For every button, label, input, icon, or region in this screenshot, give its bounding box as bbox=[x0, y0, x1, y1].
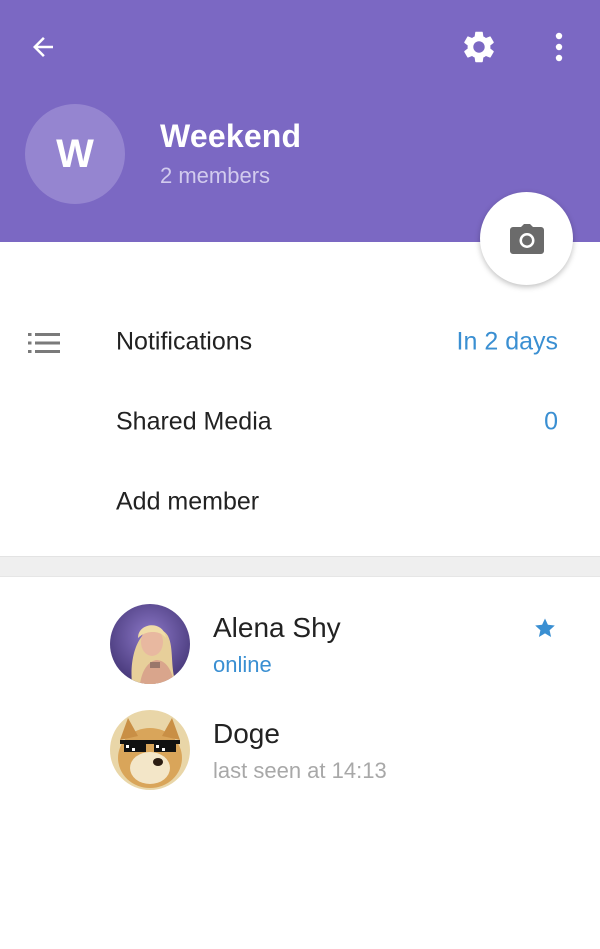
shared-media-row[interactable]: Shared Media 0 bbox=[0, 382, 600, 462]
add-member-row[interactable]: Add member bbox=[0, 462, 600, 542]
member-avatar bbox=[110, 604, 190, 684]
group-avatar-letter: W bbox=[56, 131, 94, 176]
member-name: Doge bbox=[213, 718, 280, 749]
camera-icon bbox=[509, 223, 544, 254]
member-avatar bbox=[110, 710, 190, 790]
doge-photo-icon bbox=[110, 710, 190, 790]
shared-media-count: 0 bbox=[544, 407, 558, 436]
change-photo-button[interactable] bbox=[480, 192, 573, 285]
settings-button[interactable] bbox=[458, 26, 500, 68]
member-name: Alena Shy bbox=[213, 612, 341, 643]
member-row[interactable]: Doge last seen at 14:13 bbox=[0, 706, 600, 806]
more-options-button[interactable] bbox=[540, 26, 578, 68]
member-row[interactable]: Alena Shy online bbox=[0, 600, 600, 700]
arrow-left-icon bbox=[33, 37, 53, 57]
notifications-label: Notifications bbox=[116, 327, 253, 356]
member-status: last seen at 14:13 bbox=[213, 758, 387, 783]
notifications-row[interactable]: Notifications In 2 days bbox=[0, 302, 600, 382]
section-divider bbox=[0, 556, 600, 577]
more-vertical-icon bbox=[555, 32, 563, 62]
add-member-label: Add member bbox=[116, 487, 260, 516]
group-member-count: 2 members bbox=[160, 163, 271, 188]
admin-star-icon bbox=[535, 618, 555, 637]
group-title: Weekend bbox=[160, 118, 302, 154]
back-button[interactable] bbox=[22, 26, 64, 68]
group-avatar[interactable]: W bbox=[25, 104, 125, 204]
shared-media-label: Shared Media bbox=[116, 407, 272, 436]
notifications-value: In 2 days bbox=[456, 327, 558, 356]
gear-icon bbox=[464, 31, 494, 63]
member-status: online bbox=[213, 652, 272, 677]
group-info-screen: W Weekend 2 members Notifications In 2 d… bbox=[0, 0, 600, 949]
avatar-photo-icon bbox=[110, 604, 190, 684]
